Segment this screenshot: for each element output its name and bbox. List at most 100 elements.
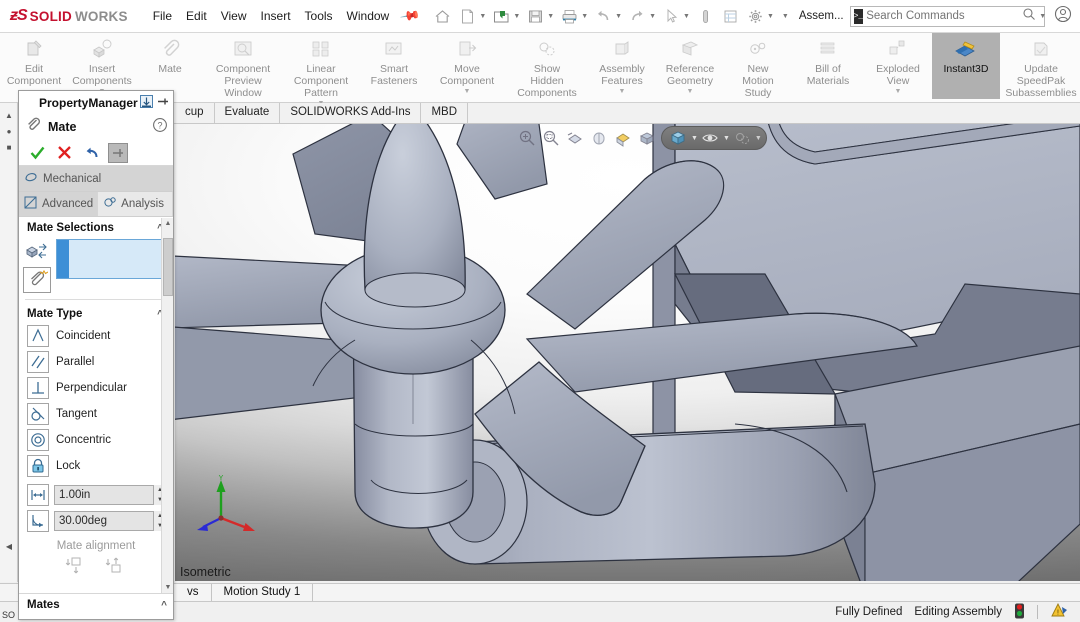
aligned-button[interactable] (63, 554, 89, 578)
tab-solidworks-addins[interactable]: SOLIDWORKS Add-Ins (280, 103, 422, 123)
chevron-down-icon[interactable]: ▼ (512, 13, 520, 20)
tree-tab-propertymanager-icon[interactable]: ● (0, 123, 18, 139)
ribbon-assembly-features[interactable]: Assembly Features ▼ (588, 33, 656, 99)
save-button[interactable]: ▼ (523, 5, 557, 28)
mate-selection-list[interactable] (56, 239, 167, 279)
chevron-down-icon[interactable]: ▼ (895, 88, 902, 95)
ribbon-smart-fasteners[interactable]: Smart Fasteners (360, 33, 428, 99)
scroll-down-arrow-icon[interactable]: ▼ (163, 582, 173, 593)
mate-selections-section-header[interactable]: Mate Selections ^ (19, 218, 173, 237)
ribbon-instant3d[interactable]: Instant3D (932, 33, 1000, 99)
display-style-eye-button[interactable] (698, 127, 722, 149)
keep-visible-toggle[interactable] (108, 142, 128, 163)
view-orientation-button[interactable] (611, 127, 635, 149)
mate-tab-mechanical[interactable]: Mechanical (19, 166, 173, 191)
menu-window[interactable]: Window (340, 5, 397, 27)
rebuild-button[interactable] (718, 5, 743, 28)
chevron-down-icon[interactable]: ▼ (614, 13, 622, 20)
angle-input[interactable]: 30.00deg ▲ ▼ (54, 511, 167, 531)
bottom-tab-model-partial[interactable]: vs (175, 584, 212, 601)
ribbon-reference-geometry[interactable]: Reference Geometry ▼ (656, 33, 724, 99)
cancel-button[interactable] (54, 143, 74, 163)
mate-type-parallel[interactable]: Parallel (19, 349, 173, 375)
mate-type-coincident[interactable]: Coincident (19, 323, 173, 349)
ribbon-move-component[interactable]: Move Component ▼ (428, 33, 506, 99)
undo-button[interactable]: ▼ (591, 5, 625, 28)
undo-button[interactable] (81, 143, 101, 163)
help-question-icon[interactable]: ? (152, 117, 168, 138)
panel-pin-icon[interactable] (156, 95, 169, 111)
graphics-viewport[interactable]: ▼ ▼ ▼ Y Isometric (175, 124, 1080, 581)
mate-type-section-header[interactable]: Mate Type ^ (19, 304, 173, 323)
chevron-down-icon[interactable]: ▼ (580, 13, 588, 20)
scroll-up-arrow-icon[interactable]: ▲ (163, 218, 173, 229)
open-button[interactable]: ▼ (489, 5, 523, 28)
menu-file[interactable]: File (146, 5, 179, 27)
select-button[interactable]: ▼ (659, 5, 693, 28)
print-button[interactable]: ▼ (557, 5, 591, 28)
new-document-button[interactable]: ▼ (455, 5, 489, 28)
ok-accept-button[interactable] (27, 143, 47, 163)
multi-mate-icon[interactable] (23, 267, 51, 293)
ribbon-show-hidden-components[interactable]: Show Hidden Components (508, 33, 586, 99)
distance-input[interactable]: 1.00in ▲ ▼ (54, 485, 167, 505)
menu-insert[interactable]: Insert (254, 5, 298, 27)
ribbon-bill-of-materials[interactable]: Bill of Materials (794, 33, 862, 99)
keep-visible-icon[interactable] (139, 94, 154, 112)
ribbon-new-motion-study[interactable]: New Motion Study (724, 33, 792, 99)
chevron-down-icon[interactable]: ▼ (687, 88, 694, 95)
chevron-down-icon[interactable]: ▼ (546, 13, 554, 20)
zoom-to-area-button[interactable] (539, 127, 563, 149)
warning-overlay-icon[interactable]: ! (1050, 602, 1070, 622)
hide-show-items-button[interactable] (730, 127, 754, 149)
chevron-down-icon[interactable]: ▼ (722, 135, 730, 142)
redo-button[interactable]: ▼ (625, 5, 659, 28)
chevron-down-icon[interactable]: ▼ (478, 13, 486, 20)
chevron-down-icon[interactable]: ▼ (766, 13, 774, 20)
mate-type-lock[interactable]: Lock (19, 453, 173, 479)
feature-tree-collapsed-strip[interactable]: ▲ ● ■ ◀ (0, 103, 18, 582)
chevron-down-icon[interactable]: ▼ (682, 13, 690, 20)
zoom-to-fit-button[interactable] (515, 127, 539, 149)
chevron-down-icon[interactable]: ▼ (754, 135, 762, 142)
display-style-button[interactable] (635, 127, 659, 149)
mate-type-perpendicular[interactable]: Perpendicular (19, 375, 173, 401)
mates-section-header[interactable]: Mates ^ (19, 594, 173, 614)
collapse-panel-chevron-icon[interactable]: ◀ (0, 538, 18, 554)
chevron-up-icon[interactable]: ^ (161, 600, 167, 611)
menu-tools[interactable]: Tools (298, 5, 340, 27)
mate-entities-icon[interactable] (23, 239, 51, 265)
view-orientation-cube-button[interactable] (666, 127, 690, 149)
options-button[interactable]: ▼ (743, 5, 777, 28)
menu-edit[interactable]: Edit (179, 5, 214, 27)
mate-tab-advanced[interactable]: Advanced (19, 192, 99, 216)
mate-tab-analysis[interactable]: Analysis (98, 192, 173, 216)
mate-type-tangent[interactable]: Tangent (19, 401, 173, 427)
menu-view[interactable]: View (214, 5, 254, 27)
toolbar-overflow-chevron-icon[interactable]: ▼ (781, 13, 789, 20)
search-icon[interactable] (1020, 7, 1038, 26)
section-view-button[interactable] (587, 127, 611, 149)
ribbon-exploded-view[interactable]: Exploded View ▼ (864, 33, 932, 99)
ribbon-component-preview-window[interactable]: Component Preview Window (204, 33, 282, 99)
chevron-down-icon[interactable]: ▼ (464, 88, 471, 95)
anti-aligned-button[interactable] (103, 554, 129, 578)
search-commands-box[interactable]: >_ ▼ (849, 5, 1046, 27)
pushpin-icon[interactable]: 📌 (399, 5, 422, 27)
previous-view-button[interactable] (563, 127, 587, 149)
search-chevron-down-icon[interactable]: ▼ (1038, 13, 1050, 20)
tree-tab-configurations-icon[interactable]: ■ (0, 139, 18, 155)
account-button[interactable] (1053, 4, 1073, 29)
chevron-down-icon[interactable]: ▼ (648, 13, 656, 20)
magnifier-button[interactable] (693, 5, 718, 28)
mate-type-concentric[interactable]: Concentric (19, 427, 173, 453)
property-manager-scrollbar[interactable]: ▲ ▼ (161, 218, 173, 593)
tree-tab-features-icon[interactable]: ▲ (0, 107, 18, 123)
tab-evaluate[interactable]: Evaluate (214, 103, 281, 123)
tab-layout-partial[interactable]: cup (175, 103, 215, 123)
ribbon-update-speedpak-subassemblies[interactable]: Update SpeedPak Subassemblies (1002, 33, 1080, 99)
chevron-down-icon[interactable]: ▼ (619, 88, 626, 95)
search-input[interactable] (866, 10, 1021, 22)
home-button[interactable] (430, 5, 455, 28)
scrollbar-thumb[interactable] (163, 238, 173, 296)
